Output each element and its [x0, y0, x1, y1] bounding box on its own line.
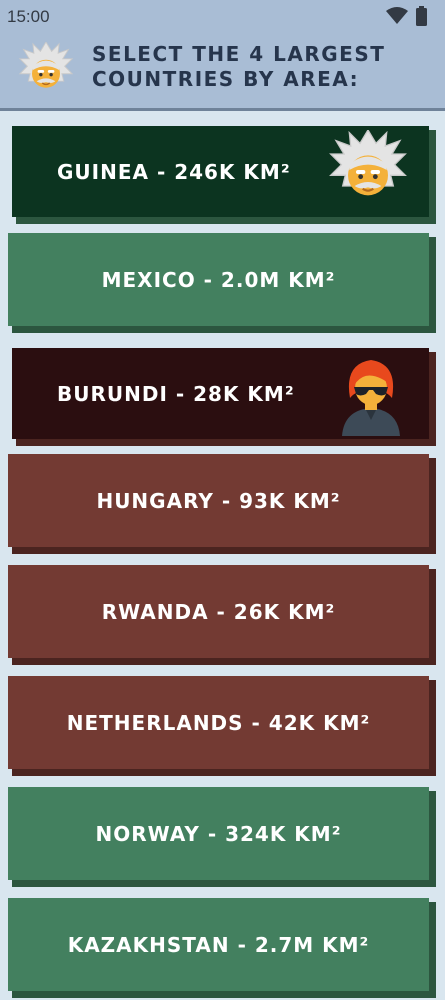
answer-option[interactable]: Guinea - 246K km² — [12, 126, 436, 224]
battery-icon — [416, 6, 427, 26]
answer-option-label: Norway - 324K km² — [95, 821, 342, 846]
answer-option-label: Mexico - 2.0M km² — [101, 267, 336, 292]
card-edge — [16, 439, 436, 446]
answer-option-label: Hungary - 93K km² — [96, 488, 341, 513]
answer-option[interactable]: Rwanda - 26K km² — [8, 565, 436, 665]
answer-option[interactable]: Burundi - 28K km² — [12, 348, 436, 446]
wifi-icon — [386, 7, 408, 24]
answer-option[interactable]: Kazakhstan - 2.7M km² — [8, 898, 436, 998]
answer-option[interactable]: Norway - 324K km² — [8, 787, 436, 887]
card-edge — [12, 658, 436, 665]
answer-option-label: Netherlands - 42K km² — [66, 710, 371, 735]
card-edge — [429, 680, 436, 769]
answer-option-label: Kazakhstan - 2.7M km² — [67, 932, 370, 957]
status-bar: 15:00 — [0, 0, 445, 36]
card-edge — [12, 547, 436, 554]
einstein-avatar-icon — [328, 128, 408, 214]
card-edge — [12, 991, 436, 998]
answer-option[interactable]: Hungary - 93K km² — [8, 454, 436, 554]
card-edge — [429, 458, 436, 547]
card-edge — [12, 880, 436, 887]
card-edge — [429, 569, 436, 658]
card-edge — [429, 352, 436, 439]
card-edge — [429, 130, 436, 217]
question-header: Select the 4 largest countries by area: — [0, 36, 445, 111]
card-edge — [16, 217, 436, 224]
einstein-avatar-icon — [18, 41, 74, 102]
card-edge — [429, 791, 436, 880]
status-icons — [385, 5, 435, 31]
answer-option[interactable]: Mexico - 2.0M km² — [8, 233, 436, 333]
player-avatar-icon — [336, 354, 406, 440]
card-edge — [429, 902, 436, 991]
card-edge — [12, 326, 436, 333]
card-edge — [12, 769, 436, 776]
status-time: 15:00 — [7, 7, 50, 26]
question-title: Select the 4 largest countries by area: — [92, 42, 386, 91]
card-edge — [429, 237, 436, 326]
answer-option-label: Rwanda - 26K km² — [101, 599, 336, 624]
answer-option[interactable]: Netherlands - 42K km² — [8, 676, 436, 776]
